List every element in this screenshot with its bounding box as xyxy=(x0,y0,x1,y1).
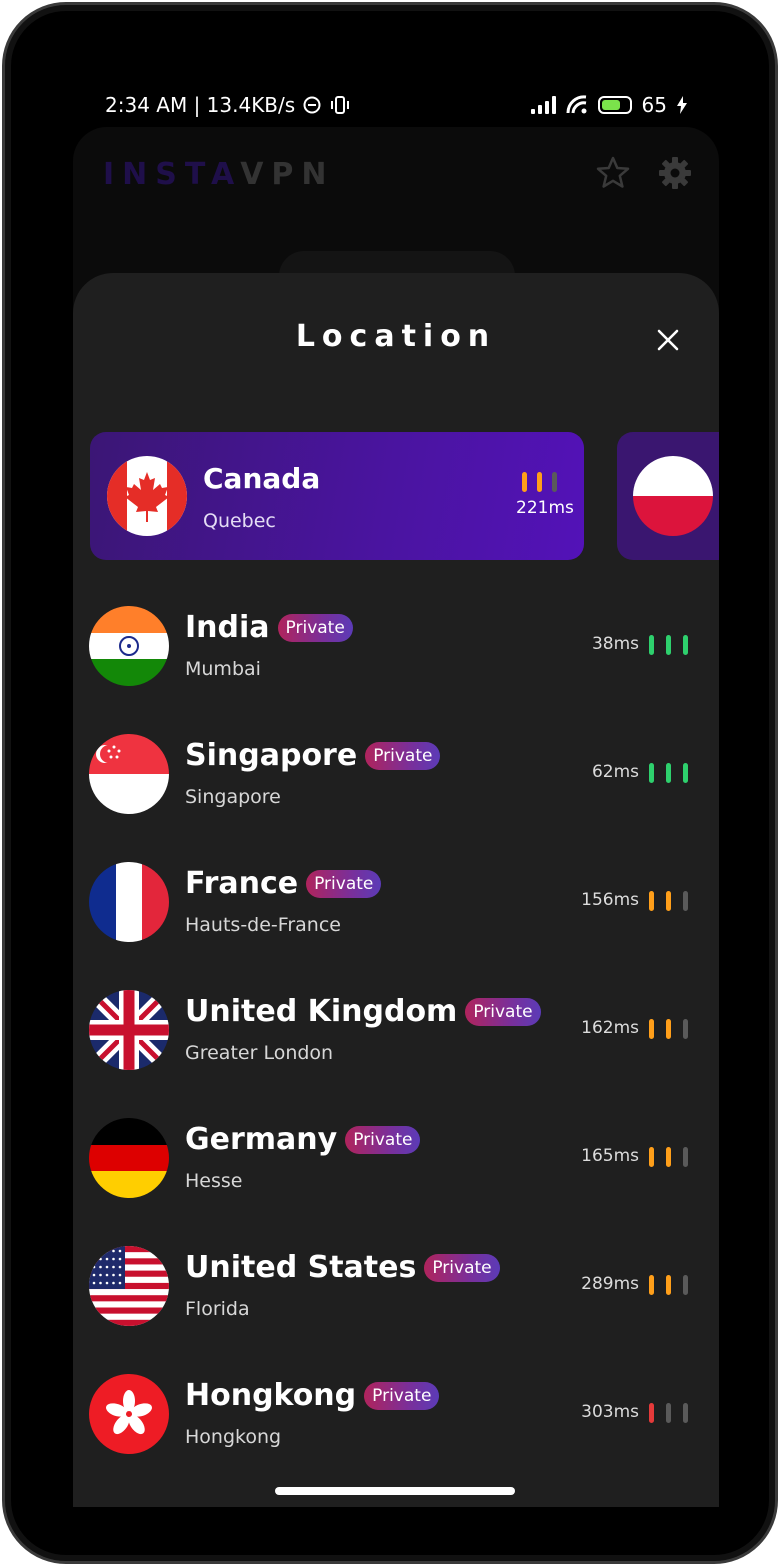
ping-value: 156ms xyxy=(581,890,639,910)
featured-location-card-2[interactable] xyxy=(617,432,719,560)
location-row-united-states[interactable]: United States Private Florida 289ms xyxy=(73,1234,719,1362)
united-kingdom-flag-icon xyxy=(89,990,169,1070)
signal-bar xyxy=(552,472,557,492)
city-name: Hesse xyxy=(185,1170,243,1192)
private-badge: Private xyxy=(465,997,541,1026)
signal-strength-icon xyxy=(649,635,688,655)
location-row-germany[interactable]: Germany Private Hesse 165ms xyxy=(73,1106,719,1234)
private-badge: Private xyxy=(364,1381,440,1410)
featured-country: Canada xyxy=(203,462,321,495)
signal-strength-icon xyxy=(649,1147,688,1167)
status-time: 2:34 AM | 13.4KB/s xyxy=(105,93,296,117)
location-row-france[interactable]: France Private Hauts-de-France 156ms xyxy=(73,850,719,978)
status-bar: 2:34 AM | 13.4KB/s 65 xyxy=(73,91,719,123)
united-states-flag-icon xyxy=(89,1246,169,1326)
country-name: India xyxy=(185,610,270,645)
signal-strength-icon xyxy=(649,763,688,783)
gear-icon[interactable] xyxy=(657,155,693,191)
battery-icon xyxy=(597,96,632,114)
country-name: Hongkong xyxy=(185,1378,357,1413)
dnd-icon xyxy=(303,96,321,114)
signal-strength-icon xyxy=(649,1403,688,1423)
signal-bar xyxy=(649,891,654,911)
sheet-title: Location xyxy=(295,319,497,354)
city-name: Florida xyxy=(185,1298,250,1320)
signal-strength-icon xyxy=(649,1019,688,1039)
private-badge: Private xyxy=(277,613,353,642)
signal-bar xyxy=(683,763,688,783)
poland-flag-icon xyxy=(633,456,713,536)
ping-value: 38ms xyxy=(591,634,639,654)
signal-bar xyxy=(683,891,688,911)
city-name: Hauts-de-France xyxy=(185,914,341,936)
country-name: Singapore xyxy=(185,738,358,773)
signal-bar xyxy=(683,1147,688,1167)
featured-city: Quebec xyxy=(203,510,276,532)
charging-icon xyxy=(677,96,687,114)
city-name: Mumbai xyxy=(185,658,261,680)
location-row-singapore[interactable]: Singapore Private Singapore 62ms xyxy=(73,722,719,850)
signal-bar xyxy=(649,635,654,655)
signal-bar xyxy=(649,1403,654,1423)
signal-bar xyxy=(666,1403,671,1423)
signal-strength-icon xyxy=(522,472,557,492)
featured-location-card[interactable]: Canada Quebec 221ms xyxy=(90,432,584,560)
private-badge: Private xyxy=(306,869,382,898)
ping-value: 165ms xyxy=(581,1146,639,1166)
signal-bar xyxy=(666,891,671,911)
signal-bar xyxy=(666,763,671,783)
signal-bar xyxy=(683,1403,688,1423)
signal-bar xyxy=(683,635,688,655)
wifi-icon xyxy=(566,95,587,114)
screen: 2:34 AM | 13.4KB/s 65 INSTAVPN Location xyxy=(73,77,719,1507)
signal-bar xyxy=(649,1275,654,1295)
country-name: United Kingdom xyxy=(185,994,458,1029)
phone-frame: 2:34 AM | 13.4KB/s 65 INSTAVPN Location xyxy=(2,2,778,1564)
signal-strength-icon xyxy=(649,891,688,911)
private-badge: Private xyxy=(365,741,441,770)
ping-value: 289ms xyxy=(581,1274,639,1294)
location-sheet: Location Canada Quebec 221ms India Privat… xyxy=(73,273,719,1507)
featured-ping: 221ms xyxy=(516,498,574,518)
ping-value: 303ms xyxy=(581,1402,639,1422)
country-name: France xyxy=(185,866,299,901)
france-flag-icon xyxy=(89,862,169,942)
signal-bar xyxy=(649,763,654,783)
signal-bar xyxy=(522,472,527,492)
private-badge: Private xyxy=(345,1125,421,1154)
location-row-united-kingdom[interactable]: United Kingdom Private Greater London 162ms xyxy=(73,978,719,1106)
country-name: United States xyxy=(185,1250,417,1285)
signal-bar xyxy=(683,1019,688,1039)
battery-level: 65 xyxy=(641,93,667,117)
city-name: Greater London xyxy=(185,1042,334,1064)
home-indicator[interactable] xyxy=(275,1487,515,1495)
ping-value: 162ms xyxy=(581,1018,639,1038)
private-badge: Private xyxy=(424,1253,500,1282)
location-row-hongkong[interactable]: Hongkong Private Hongkong 303ms xyxy=(73,1362,719,1490)
canada-flag-icon xyxy=(107,456,187,536)
signal-bar xyxy=(649,1147,654,1167)
singapore-flag-icon xyxy=(89,734,169,814)
cell-signal-icon xyxy=(530,96,556,114)
signal-bar xyxy=(666,1147,671,1167)
star-icon[interactable] xyxy=(595,155,631,191)
hongkong-flag-icon xyxy=(89,1374,169,1454)
india-flag-icon xyxy=(89,606,169,686)
ping-value: 62ms xyxy=(591,762,639,782)
germany-flag-icon xyxy=(89,1118,169,1198)
signal-bar xyxy=(649,1019,654,1039)
country-name: Germany xyxy=(185,1122,338,1157)
city-name: Singapore xyxy=(185,786,281,808)
signal-bar xyxy=(537,472,542,492)
location-row-india[interactable]: India Private Mumbai 38ms xyxy=(73,594,719,722)
vibrate-icon xyxy=(331,96,350,114)
city-name: Hongkong xyxy=(185,1426,282,1448)
app-logo: INSTAVPN xyxy=(103,157,335,192)
signal-strength-icon xyxy=(649,1275,688,1295)
signal-bar xyxy=(666,1275,671,1295)
signal-bar xyxy=(666,1019,671,1039)
signal-bar xyxy=(666,635,671,655)
close-icon[interactable] xyxy=(653,325,683,355)
signal-bar xyxy=(683,1275,688,1295)
